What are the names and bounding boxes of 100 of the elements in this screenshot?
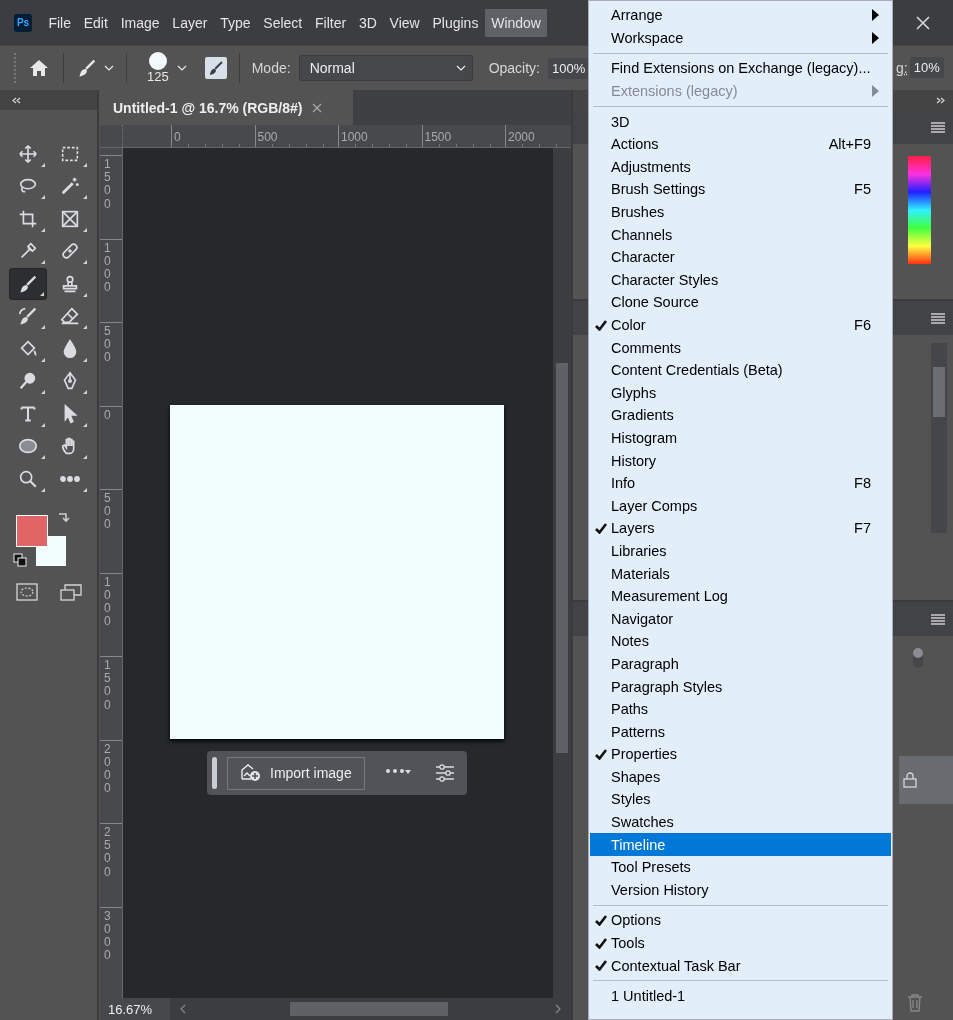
menu-item[interactable]: Contextual Task Bar: [590, 954, 891, 977]
menu-item[interactable]: Timeline: [590, 833, 891, 856]
menu-item[interactable]: Paragraph: [590, 652, 891, 676]
menu-bar-item[interactable]: 3D: [352, 8, 384, 37]
checkmark-icon: [594, 914, 607, 926]
menu-item[interactable]: Paths: [590, 697, 891, 721]
menu-item[interactable]: 3D: [590, 110, 891, 133]
image-add-icon: [240, 763, 262, 783]
menu-item[interactable]: Character Styles: [590, 268, 891, 292]
expand-icon: [936, 96, 945, 104]
smoothing-field[interactable]: 10%: [909, 57, 944, 78]
menu-bar-item[interactable]: Filter: [308, 8, 353, 37]
menu-item[interactable]: Measurement Log: [590, 584, 891, 608]
menu-item[interactable]: Layer Comps: [590, 494, 891, 518]
move-icon: [16, 142, 39, 165]
menu-item[interactable]: Notes: [590, 630, 891, 653]
opacity-field[interactable]: 100%: [548, 57, 590, 79]
menu-item[interactable]: 1 Untitled-1: [590, 984, 891, 1008]
ruler-label: 1500: [104, 158, 111, 211]
menu-item[interactable]: Brushes: [590, 200, 891, 224]
menu-item[interactable]: Channels: [590, 223, 891, 246]
menu-item[interactable]: Tools: [590, 931, 891, 955]
menu-item[interactable]: Libraries: [590, 539, 891, 563]
menu-item[interactable]: Properties: [590, 743, 891, 766]
ruler-label: 1000: [104, 241, 111, 295]
menu-bar-item[interactable]: Select: [256, 8, 309, 37]
ruler-label: 1000: [341, 130, 368, 144]
menu-item[interactable]: Version History: [590, 878, 891, 902]
menu-item[interactable]: History: [590, 449, 891, 472]
checkmark-icon: [594, 522, 607, 534]
checkmark-icon: [594, 748, 607, 760]
menu-bar-item[interactable]: Plugins: [426, 8, 485, 37]
menu-item[interactable]: Glyphs: [590, 381, 891, 405]
menu-bar-item[interactable]: Image: [114, 8, 166, 37]
drag-handle[interactable]: [212, 757, 217, 789]
lock-icon: [903, 772, 917, 788]
chevron-icon: [176, 63, 187, 73]
menu-bar-item[interactable]: Type: [213, 8, 257, 37]
menu-item[interactable]: Actions Alt+F9: [590, 132, 891, 156]
app-logo[interactable]: Ps: [14, 13, 32, 32]
menu-item[interactable]: Styles: [590, 788, 891, 811]
menu-item[interactable]: Character: [590, 245, 891, 269]
scrollbar-thumb[interactable]: [290, 1002, 448, 1016]
menu-item[interactable]: Color F6: [590, 313, 891, 337]
scroll-right-icon: [555, 1004, 561, 1014]
submenu-arrow-icon: [872, 85, 879, 98]
menu-item[interactable]: Find Extensions on Exchange (legacy)...: [590, 57, 891, 80]
color-spectrum[interactable]: [908, 156, 931, 264]
ruler-label: 0: [104, 408, 111, 422]
menu-bar-item[interactable]: View: [383, 8, 427, 37]
menu-item[interactable]: Tool Presets: [590, 855, 891, 879]
ruler-label: 3000: [104, 909, 111, 963]
brush-preset-picker[interactable]: 125: [147, 52, 187, 84]
more-icon: [59, 475, 80, 482]
tool-button[interactable]: [8, 268, 47, 300]
menu-item[interactable]: Clone Source: [590, 291, 891, 314]
checkmark-icon: [594, 937, 607, 949]
mode-dropdown[interactable]: Normal: [298, 55, 473, 81]
panel-menu-icon: [931, 613, 945, 625]
menu-item[interactable]: Shapes: [590, 765, 891, 789]
more-icon: [384, 768, 405, 774]
menu-item[interactable]: Histogram: [590, 426, 891, 450]
menu-bar-item[interactable]: Edit: [77, 8, 115, 37]
ruler-label: 500: [257, 130, 278, 144]
menu-item[interactable]: Arrange: [590, 4, 891, 27]
menu-item[interactable]: Comments: [590, 336, 891, 359]
scroll-left-icon: [180, 1004, 186, 1014]
foreground-color-swatch[interactable]: [15, 514, 48, 547]
mode-label: Mode:: [251, 60, 291, 76]
ruler-label: 1500: [424, 130, 452, 144]
menu-item[interactable]: Paragraph Styles: [590, 675, 891, 698]
menu-item[interactable]: Gradients: [590, 404, 891, 427]
menu-item[interactable]: Workspace: [590, 26, 891, 50]
menu-bar-item[interactable]: Window: [484, 8, 548, 37]
menu-bar-item[interactable]: Layer: [165, 8, 214, 37]
chevron-icon: [455, 63, 466, 73]
menu-item[interactable]: Patterns: [590, 720, 891, 743]
menu-item[interactable]: Swatches: [590, 810, 891, 834]
menu-item[interactable]: Brush Settings F5: [590, 178, 891, 201]
brush-size: 125: [147, 70, 169, 84]
menu-item[interactable]: Info F8: [590, 471, 891, 495]
import-image-button[interactable]: Import image: [227, 756, 365, 790]
smoothing-label: g:: [896, 59, 908, 76]
menu-item[interactable]: Materials: [590, 562, 891, 585]
ruler-label: 0: [174, 130, 181, 144]
menu-item[interactable]: Layers F7: [590, 517, 891, 540]
menu-bar-item[interactable]: File: [42, 8, 78, 37]
scrollbar-thumb[interactable]: [933, 367, 945, 417]
scrollbar-thumb[interactable]: [556, 363, 568, 753]
menu-item[interactable]: Adjustments: [590, 155, 891, 179]
close-icon: [312, 102, 323, 113]
toggle-switch[interactable]: [913, 648, 923, 668]
ruler-label: 1000: [104, 575, 111, 629]
menu-item[interactable]: Options: [590, 909, 891, 932]
brush-settings-button[interactable]: [204, 57, 227, 79]
chevron-icon: [104, 63, 114, 73]
menu-item[interactable]: Content Credentials (Beta): [590, 358, 891, 382]
menu-item[interactable]: Navigator: [590, 607, 891, 631]
submenu-arrow-icon: [872, 31, 879, 44]
document-tab[interactable]: Untitled-1 @ 16.7% (RGB/8#): [100, 90, 353, 125]
